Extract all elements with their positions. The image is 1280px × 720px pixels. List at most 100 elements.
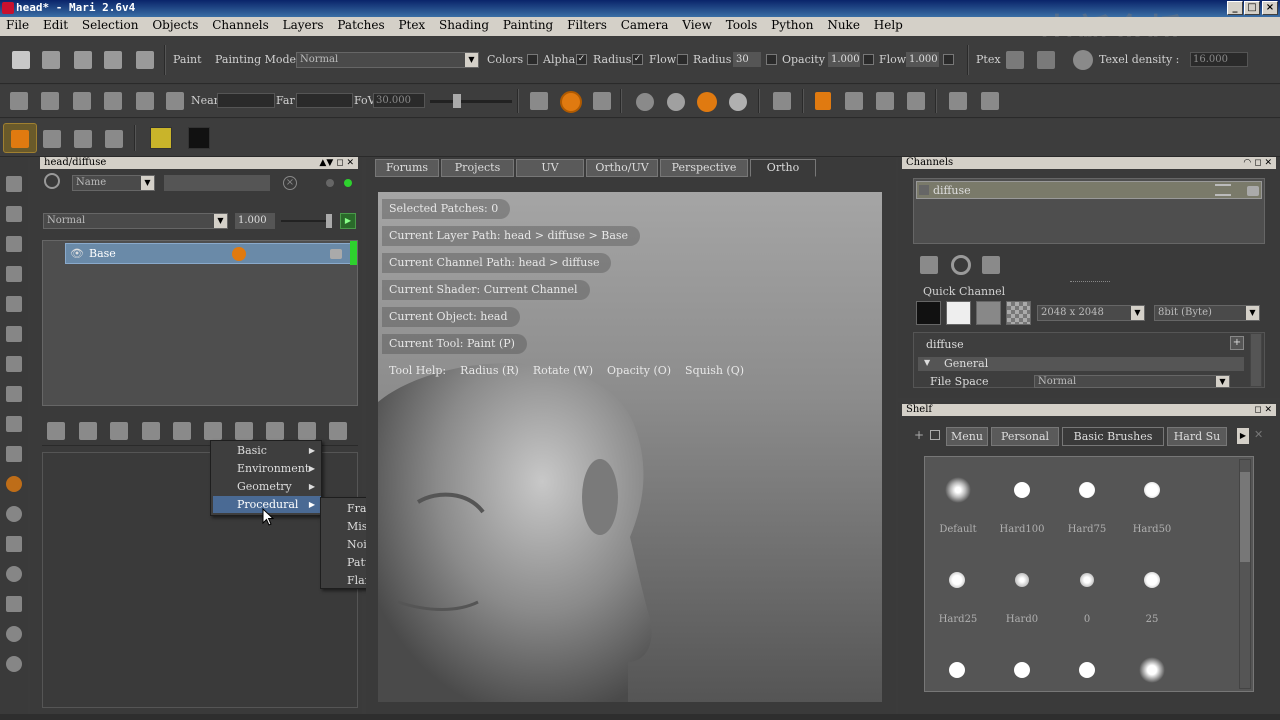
shelf-tab-basic-brushes[interactable]: Basic Brushes — [1062, 427, 1164, 446]
snap-center-icon[interactable] — [815, 92, 831, 110]
mask-icon[interactable] — [204, 422, 222, 440]
cube-icon[interactable] — [10, 92, 28, 110]
fov-slider-track[interactable] — [430, 100, 512, 103]
menu-help[interactable]: Help — [868, 17, 909, 32]
menu-item-environment[interactable]: Environment ▶ — [213, 460, 321, 477]
settings-gear-icon[interactable] — [6, 656, 22, 672]
pan-hand-icon[interactable] — [6, 236, 22, 252]
tab-ortho[interactable]: Ortho — [750, 159, 816, 177]
frame-all-icon[interactable] — [73, 92, 91, 110]
menu-channels[interactable]: Channels — [206, 17, 275, 32]
alpha-checkbox[interactable]: ✓ — [576, 54, 587, 65]
blend-mode-select[interactable]: Normal ▼ — [43, 213, 228, 229]
shelf-options-icon[interactable] — [930, 430, 940, 440]
shelf-tab-menu[interactable]: Menu — [946, 427, 988, 446]
layer-row-base[interactable]: 👁 Base — [65, 243, 357, 264]
remove-layer-icon[interactable] — [298, 422, 316, 440]
menu-layers[interactable]: Layers — [277, 17, 330, 32]
tab-projects[interactable]: Projects — [441, 159, 514, 177]
menu-objects[interactable]: Objects — [146, 17, 204, 32]
clear-filter-icon[interactable]: × — [283, 176, 297, 190]
zoom-icon[interactable] — [6, 266, 22, 282]
radius-pressure-checkbox[interactable] — [766, 54, 777, 65]
eraser-icon[interactable] — [6, 536, 22, 552]
panel-controls-icon[interactable]: ◻ ✕ — [1254, 404, 1272, 416]
splitter-handle[interactable] — [1070, 281, 1110, 284]
menu-filters[interactable]: Filters — [561, 17, 613, 32]
colors-checkbox[interactable] — [527, 54, 538, 65]
file-space-select[interactable]: Normal ▼ — [1034, 375, 1230, 388]
hide-selected-icon[interactable] — [43, 130, 61, 148]
paint-brush-icon[interactable] — [6, 476, 22, 492]
clone-icon[interactable] — [6, 506, 22, 522]
mask-stack-icon[interactable] — [235, 422, 253, 440]
ptex-grid-icon[interactable] — [1037, 51, 1055, 69]
add-property-icon[interactable]: + — [1230, 336, 1244, 350]
tab-perspective[interactable]: Perspective — [660, 159, 748, 177]
layer-filter-input[interactable] — [164, 175, 270, 191]
specular-shading-icon[interactable] — [729, 93, 747, 111]
foreground-color-swatch[interactable] — [150, 127, 172, 149]
menu-selection[interactable]: Selection — [76, 17, 145, 32]
refresh-channel-icon[interactable] — [951, 255, 971, 275]
align-vertical-icon[interactable] — [876, 92, 894, 110]
pin-icon[interactable] — [6, 446, 22, 462]
wireframe-icon[interactable] — [773, 92, 791, 110]
brush-default-icon[interactable] — [945, 477, 971, 503]
flag-icon[interactable] — [136, 92, 154, 110]
sphere-icon[interactable] — [6, 626, 22, 642]
menu-ptex[interactable]: Ptex — [392, 17, 431, 32]
hide-unselected-icon[interactable] — [74, 130, 92, 148]
channel-depth-select[interactable]: 8bit (Byte) ▼ — [1154, 305, 1260, 321]
quick-channel-transparent-swatch[interactable] — [1006, 301, 1031, 325]
play-icon[interactable]: ▶ — [340, 213, 356, 229]
smear-icon[interactable] — [6, 416, 22, 432]
add-shelf-icon[interactable]: + — [914, 428, 924, 442]
menu-shading[interactable]: Shading — [433, 17, 495, 32]
near-field[interactable] — [217, 93, 275, 108]
scrollbar-thumb[interactable] — [1240, 472, 1250, 562]
flow-pressure-checkbox[interactable] — [943, 54, 954, 65]
menu-item-basic[interactable]: Basic ▶ — [213, 442, 321, 459]
add-procedural-layer-icon[interactable] — [142, 422, 160, 440]
brush-row3-a-icon[interactable] — [949, 662, 965, 678]
brush-row3-d-icon[interactable] — [1139, 657, 1165, 683]
projection-grid-icon[interactable] — [6, 386, 22, 402]
shelf-tab-hard-surface[interactable]: Hard Su — [1167, 427, 1227, 446]
ptex-resize-icon[interactable] — [1006, 51, 1024, 69]
far-field[interactable] — [296, 93, 353, 108]
redo-icon[interactable] — [136, 51, 154, 69]
lit-shading-icon[interactable] — [667, 93, 685, 111]
channel-row-diffuse[interactable]: diffuse — [916, 181, 1262, 199]
menu-file[interactable]: File — [0, 17, 35, 32]
align-grid-icon[interactable] — [907, 92, 925, 110]
menu-tools[interactable]: Tools — [720, 17, 764, 32]
channel-menu-icon[interactable] — [1215, 184, 1231, 196]
painting-mode-select[interactable]: Normal ▼ — [296, 52, 479, 68]
brush-hard0-icon[interactable] — [1015, 573, 1029, 587]
transform-tool-icon[interactable] — [949, 92, 967, 110]
brush-grid-scrollbar[interactable] — [1239, 459, 1251, 689]
layer-opacity-field[interactable]: 1.000 — [235, 213, 275, 229]
brush-hard50-icon[interactable] — [1144, 482, 1160, 498]
move-icon[interactable] — [6, 296, 22, 312]
menu-python[interactable]: Python — [765, 17, 819, 32]
fov-field[interactable]: 30.000 — [373, 93, 425, 108]
brush-row3-b-icon[interactable] — [1014, 662, 1030, 678]
menu-view[interactable]: View — [676, 17, 718, 32]
show-all-icon[interactable] — [105, 130, 123, 148]
paint-fill-icon[interactable] — [6, 566, 22, 582]
layer-filter-type-select[interactable]: Name ▼ — [72, 175, 155, 191]
menu-item-geometry[interactable]: Geometry ▶ — [213, 478, 321, 495]
radius-field[interactable]: 30 — [733, 52, 761, 67]
texel-density-field[interactable]: 16.000 — [1190, 52, 1248, 67]
tab-forums[interactable]: Forums — [375, 159, 439, 177]
brush-hard25-icon[interactable] — [949, 572, 965, 588]
general-group-header[interactable]: ▼ General — [918, 357, 1244, 371]
opacity-pressure-checkbox[interactable] — [863, 54, 874, 65]
blur-drop-icon[interactable] — [6, 356, 22, 372]
minimize-button[interactable]: _ — [1227, 1, 1243, 15]
brush-hard75-icon[interactable] — [1079, 482, 1095, 498]
new-file-icon[interactable] — [12, 51, 30, 69]
camera-move-icon[interactable] — [166, 92, 184, 110]
